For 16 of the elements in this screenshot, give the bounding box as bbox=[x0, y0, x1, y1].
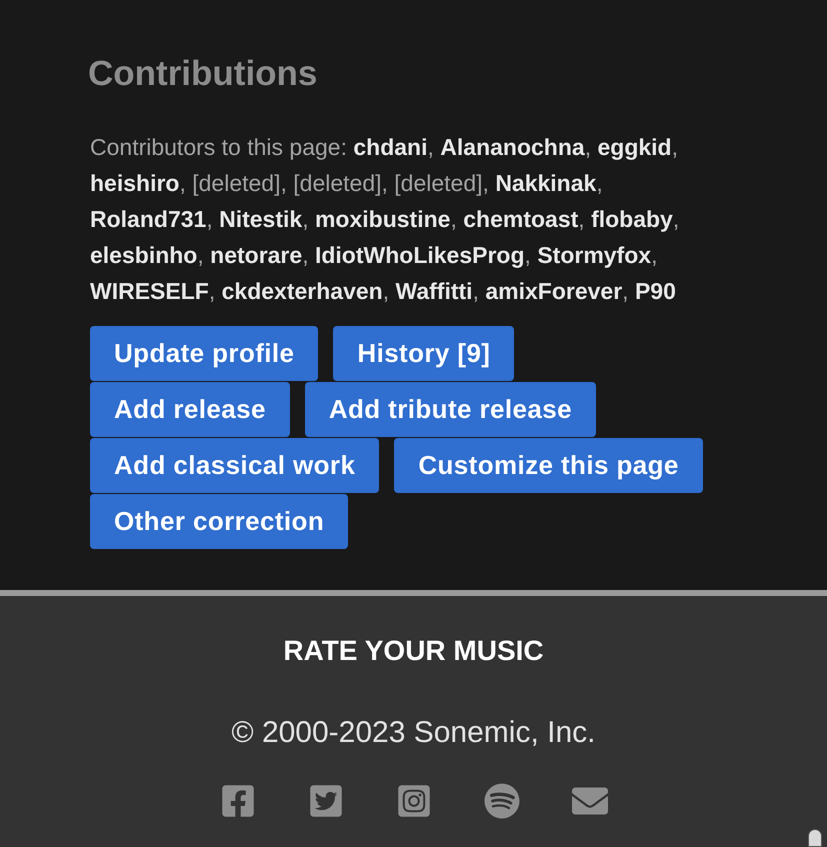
instagram-icon[interactable] bbox=[396, 783, 432, 819]
section-heading: Contributions bbox=[88, 53, 318, 95]
action-button[interactable]: Customize this page bbox=[394, 438, 703, 493]
action-button[interactable]: Update profile bbox=[90, 326, 318, 381]
twitter-bird-icon[interactable] bbox=[308, 783, 344, 819]
action-button[interactable]: Add tribute release bbox=[304, 382, 596, 437]
action-button[interactable]: History [9] bbox=[333, 326, 514, 381]
action-button[interactable]: Add classical work bbox=[90, 438, 380, 493]
spotify-icon[interactable] bbox=[484, 783, 520, 819]
action-button[interactable]: Other correction bbox=[90, 494, 348, 549]
facebook-icon[interactable] bbox=[220, 783, 256, 819]
scrollbar-thumb[interactable] bbox=[808, 829, 822, 847]
copyright-text: © 2000-2023 Sonemic, Inc. bbox=[232, 715, 596, 751]
action-button[interactable]: Add release bbox=[90, 382, 290, 437]
contributors-text: Contributors to this page: chdani, Alananochna, eggkid, heishiro, [deleted], [deleted], [deleted], Nakkinak, Roland731, Nitestik, moxibustine, chemtoast, flobaby, elesbinho, netorare, IdiotWhoLikesProg, Stormyfox, WIRESELF, ckdexterhaven, Waffitti, amixForever, P90 bbox=[90, 133, 680, 306]
footer-brand: RATE YOUR MUSIC bbox=[283, 634, 544, 668]
